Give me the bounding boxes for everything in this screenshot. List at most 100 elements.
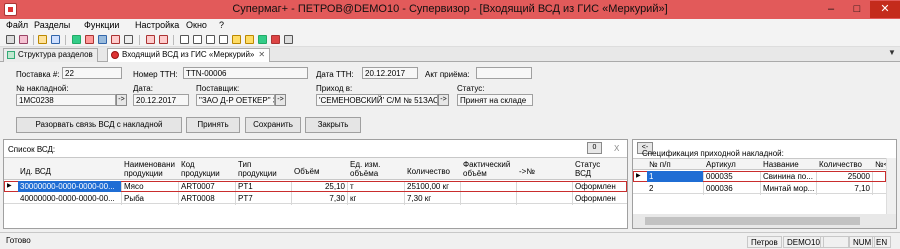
ttn-number-field[interactable]: TTN-00006: [183, 67, 308, 79]
cell-product-name[interactable]: Мясо: [124, 182, 144, 191]
refresh-icon[interactable]: [98, 35, 107, 44]
delivery-field[interactable]: 22: [62, 67, 122, 79]
new-icon[interactable]: [180, 35, 189, 44]
date-field[interactable]: 20.12.2017: [133, 94, 189, 106]
ttn-number-label: Номер ТТН:: [133, 70, 178, 79]
properties-icon[interactable]: [284, 35, 293, 44]
edit-icon[interactable]: [206, 35, 215, 44]
cell-product-code[interactable]: ART0008: [181, 194, 215, 203]
close-button[interactable]: Закрыть: [305, 117, 361, 133]
table-row[interactable]: ▶ 30000000-0000-0000-00... Мясо ART0007 …: [4, 181, 627, 192]
tools-icon[interactable]: [19, 35, 28, 44]
open-icon[interactable]: [193, 35, 202, 44]
menu-sections[interactable]: Разделы: [34, 20, 70, 30]
ttn-date-field[interactable]: 20.12.2017: [362, 67, 418, 79]
import-icon[interactable]: [146, 35, 155, 44]
unlink-vsd-button[interactable]: Разорвать связь ВСД с накладной: [16, 117, 182, 133]
cell-vsd-status[interactable]: Оформлен: [575, 182, 616, 191]
table-row[interactable]: 40000000-0000-0000-00... Рыба ART0008 PT…: [4, 193, 627, 204]
cell-item-name[interactable]: Свинина по...: [763, 172, 815, 181]
copy-record-icon[interactable]: [219, 35, 228, 44]
cell-line-number[interactable]: 1: [649, 172, 653, 181]
cell-volume-unit[interactable]: т: [350, 182, 354, 191]
table-row[interactable]: 2 000036 Минтай мор... 7,10: [633, 183, 886, 194]
tab-sections-structure[interactable]: Структура разделов: [3, 48, 98, 62]
menu-help[interactable]: ?: [219, 20, 224, 30]
close-window-button[interactable]: ✕: [870, 1, 900, 18]
col-volume-unit[interactable]: Ед. изм. объёма: [350, 160, 400, 178]
cell-article[interactable]: 000035: [706, 172, 733, 181]
cell-item-quantity[interactable]: 7,10: [819, 184, 870, 193]
col-product-type[interactable]: Тип продукции: [238, 160, 278, 178]
col-vsd-id[interactable]: Ид. ВСД: [20, 167, 51, 176]
minimize-button[interactable]: –: [818, 1, 844, 18]
chevron-down-icon[interactable]: ▼: [888, 48, 896, 57]
cell-quantity[interactable]: 25100,00 кг: [407, 182, 449, 191]
invoice-goto-button[interactable]: ->: [116, 94, 127, 106]
delivery-label: Поставка #:: [16, 70, 60, 79]
vsd-grid-header: Ид. ВСД Наименовани продукции Код продук…: [4, 157, 627, 180]
spec-horizontal-scrollbar[interactable]: [633, 214, 896, 228]
col-line-number[interactable]: № п/п: [649, 160, 671, 169]
print-icon[interactable]: [6, 35, 15, 44]
cell-product-type[interactable]: PT1: [238, 182, 253, 191]
accept-button[interactable]: Принять: [186, 117, 240, 133]
tab-incoming-vsd[interactable]: Входящий ВСД из ГИС «Меркурий» ✕: [107, 48, 271, 63]
menu-settings[interactable]: Настройка: [135, 20, 179, 30]
col-volume[interactable]: Объём: [294, 167, 320, 176]
cell-product-name[interactable]: Рыба: [124, 194, 144, 203]
supplier-field[interactable]: "ЗАО Д-Р ОЕТКЕР" ЗАО: [196, 94, 275, 106]
close-icon[interactable]: ✕: [258, 50, 265, 59]
export-icon[interactable]: [159, 35, 168, 44]
maximize-button[interactable]: □: [844, 1, 870, 18]
cell-volume[interactable]: 25,10: [294, 182, 345, 191]
tab-label: Структура разделов: [18, 50, 93, 59]
cell-volume[interactable]: 7,30: [294, 194, 345, 203]
col-item-quantity[interactable]: Количество: [819, 160, 862, 169]
date-label: Дата:: [133, 84, 153, 93]
clear-filter-button[interactable]: X: [614, 144, 619, 153]
run-icon[interactable]: [72, 35, 81, 44]
cell-item-name[interactable]: Минтай мор...: [763, 184, 815, 193]
menu-window[interactable]: Окно: [186, 20, 207, 30]
document-icon[interactable]: [124, 35, 133, 44]
receipt-goto-button[interactable]: ->: [438, 94, 449, 106]
cell-volume-unit[interactable]: кг: [350, 194, 356, 203]
col-product-name[interactable]: Наименовани продукции: [124, 160, 180, 178]
menu-functions[interactable]: Функции: [84, 20, 119, 30]
folder-icon[interactable]: [232, 35, 241, 44]
check-icon[interactable]: [258, 35, 267, 44]
spec-vertical-scrollbar[interactable]: [886, 158, 896, 214]
cell-vsd-id[interactable]: 30000000-0000-0000-00...: [20, 182, 120, 191]
cell-vsd-id[interactable]: 40000000-0000-0000-00...: [20, 194, 120, 203]
save-icon[interactable]: [245, 35, 254, 44]
invoice-field[interactable]: 1МС0238: [16, 94, 116, 106]
copy-icon[interactable]: [38, 35, 47, 44]
supplier-goto-button[interactable]: ->: [275, 94, 286, 106]
cell-product-code[interactable]: ART0007: [181, 182, 215, 191]
status-field[interactable]: Принят на складе: [457, 94, 533, 106]
col-quantity[interactable]: Количество: [407, 167, 450, 176]
cell-item-quantity[interactable]: 25000: [819, 172, 870, 181]
cell-article[interactable]: 000036: [706, 184, 733, 193]
scroll-thumb[interactable]: [645, 217, 860, 225]
record-icon[interactable]: [111, 35, 120, 44]
acceptance-act-field[interactable]: [476, 67, 532, 79]
cell-vsd-status[interactable]: Оформлен: [575, 194, 616, 203]
cell-quantity[interactable]: 7,30 кг: [407, 194, 431, 203]
table-row[interactable]: ▶ 1 000035 Свинина по... 25000: [633, 171, 886, 182]
col-actual-volume[interactable]: Фактический объём: [463, 160, 518, 178]
cell-line-number[interactable]: 2: [649, 184, 653, 193]
delete-icon[interactable]: [271, 35, 280, 44]
col-article[interactable]: Артикул: [706, 160, 736, 169]
window-icon[interactable]: [51, 35, 60, 44]
receipt-field[interactable]: 'СЕМЕНОВСКИЙ' С/М № 51ЗАО ПФ: [316, 94, 438, 106]
stop-icon[interactable]: [85, 35, 94, 44]
cell-product-type[interactable]: PT7: [238, 194, 253, 203]
col-vsd-status[interactable]: Статус ВСД: [575, 160, 615, 178]
col-product-code[interactable]: Код продукции: [181, 160, 221, 178]
col-item-name[interactable]: Название: [763, 160, 799, 169]
col-arrow-num[interactable]: ->№: [519, 167, 535, 176]
save-button[interactable]: Сохранить: [245, 117, 301, 133]
menu-file[interactable]: Файл: [6, 20, 28, 30]
